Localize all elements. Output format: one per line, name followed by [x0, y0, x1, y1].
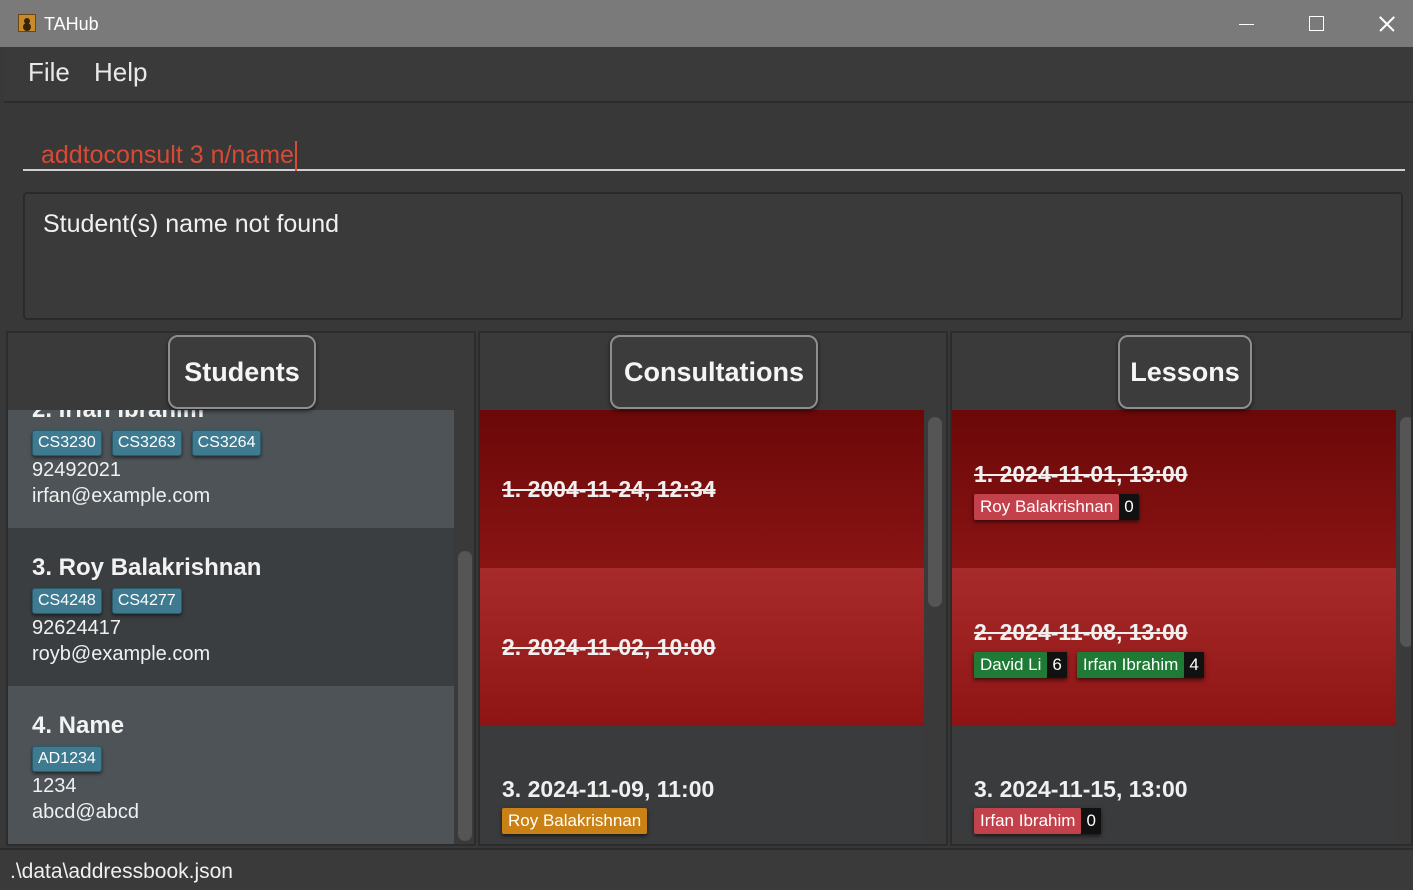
command-value: addtoconsult 3 n/name — [41, 141, 294, 169]
status-bar: .\data\addressbook.json — [0, 848, 1413, 890]
attendance-chip-name: David Li — [974, 652, 1048, 678]
minimize-button[interactable] — [1211, 0, 1281, 47]
course-tag: CS3264 — [191, 430, 262, 456]
text-caret — [294, 141, 297, 172]
lessons-header: Lessons — [1118, 335, 1252, 409]
lesson-datetime: 2. 2024-11-08, 13:00 — [974, 619, 1188, 645]
consultation-datetime: 3. 2024-11-09, 11:00 — [502, 776, 715, 802]
menu-help[interactable]: Help — [94, 57, 147, 88]
participation-count: 6 — [1047, 652, 1067, 678]
lesson-datetime: 3. 2024-11-15, 13:00 — [974, 776, 1188, 802]
student-card[interactable]: 4. Name AD1234 1234 abcd@abcd — [8, 686, 454, 844]
window-title: TAHub — [44, 14, 99, 34]
course-tag: AD1234 — [32, 746, 102, 772]
result-area: Student(s) name not found — [4, 181, 1413, 328]
consultation-card[interactable]: 3. 2024-11-09, 11:00 Roy Balakrishnan — [480, 726, 924, 844]
students-panel: Students 2. Irfan Ibrahim CS3230 CS3263 … — [6, 331, 476, 846]
data-file-path: .\data\addressbook.json — [10, 860, 233, 883]
lesson-card[interactable]: 1. 2024-11-01, 13:00 Roy Balakrishnan 0 — [952, 410, 1396, 568]
attendance-chip-name: Irfan Ibrahim — [1076, 652, 1185, 678]
result-message: Student(s) name not found — [43, 210, 340, 238]
lesson-students: Irfan Ibrahim 0 — [974, 808, 1101, 834]
consultation-card[interactable]: 1. 2004-11-24, 12:34 — [480, 410, 924, 568]
lessons-scrollbar[interactable] — [1400, 417, 1411, 647]
student-card[interactable]: 2. Irfan Ibrahim CS3230 CS3263 CS3264 92… — [8, 410, 454, 528]
minimize-icon — [1239, 24, 1254, 25]
consultations-header: Consultations — [610, 335, 818, 409]
attendance-chip: Roy Balakrishnan 0 — [974, 494, 1139, 520]
maximize-icon — [1309, 16, 1324, 31]
lesson-students: David Li 6 Irfan Ibrahim 4 — [974, 652, 1204, 678]
app-window: TAHub File Help addtoconsult 3 n/name St… — [0, 0, 1413, 890]
attendance-chip: Irfan Ibrahim 4 — [1076, 652, 1204, 678]
student-email: royb@example.com — [32, 643, 211, 665]
student-phone: 1234 — [32, 775, 77, 797]
participation-count: 0 — [1119, 494, 1139, 520]
course-tag: CS4277 — [111, 588, 182, 614]
student-name: 3. Roy Balakrishnan — [32, 554, 262, 581]
student-name: 4. Name — [32, 712, 125, 739]
consultation-datetime: 2. 2024-11-02, 10:00 — [502, 634, 716, 660]
participation-count: 4 — [1184, 652, 1204, 678]
student-chip-name: Roy Balakrishnan — [502, 808, 648, 834]
consultations-panel: Consultations 1. 2004-11-24, 12:34 2. 20… — [478, 331, 948, 846]
student-email: abcd@abcd — [32, 801, 140, 823]
command-text: addtoconsult 3 n/name — [41, 141, 297, 172]
course-tag: CS3230 — [32, 430, 102, 456]
maximize-button[interactable] — [1281, 0, 1351, 47]
student-phone: 92492021 — [32, 459, 121, 481]
students-scrollbar[interactable] — [458, 551, 472, 841]
menu-bar: File Help — [4, 47, 1413, 101]
app-contact-icon — [18, 14, 36, 32]
consultation-students: Roy Balakrishnan — [502, 808, 648, 834]
participation-count: 0 — [1081, 808, 1101, 834]
course-tag: CS4248 — [32, 588, 102, 614]
attendance-chip: Irfan Ibrahim 0 — [974, 808, 1101, 834]
result-display[interactable]: Student(s) name not found — [23, 192, 1403, 320]
close-button[interactable] — [1351, 0, 1413, 47]
consultation-list[interactable]: 1. 2004-11-24, 12:34 2. 2024-11-02, 10:0… — [480, 410, 924, 844]
lesson-card[interactable]: 2. 2024-11-08, 13:00 David Li 6 Irfan Ib… — [952, 568, 1396, 726]
students-header: Students — [168, 335, 316, 409]
student-card[interactable]: 3. Roy Balakrishnan CS4248 CS4277 926244… — [8, 528, 454, 686]
student-chip: Roy Balakrishnan — [502, 808, 648, 834]
attendance-chip: David Li 6 — [974, 652, 1067, 678]
consultation-card[interactable]: 2. 2024-11-02, 10:00 — [480, 568, 924, 726]
lesson-list[interactable]: 1. 2024-11-01, 13:00 Roy Balakrishnan 0 … — [952, 410, 1396, 844]
attendance-chip-name: Roy Balakrishnan — [974, 494, 1120, 520]
lesson-students: Roy Balakrishnan 0 — [974, 494, 1139, 520]
attendance-chip-name: Irfan Ibrahim — [974, 808, 1082, 834]
course-tags: CS3230 CS3263 CS3264 — [32, 430, 262, 456]
student-name: 2. Irfan Ibrahim — [32, 410, 204, 424]
consultation-datetime: 1. 2004-11-24, 12:34 — [502, 476, 716, 502]
student-phone: 92624417 — [32, 617, 121, 639]
command-input[interactable]: addtoconsult 3 n/name — [23, 119, 1405, 172]
student-email: irfan@example.com — [32, 485, 211, 507]
course-tag: CS3263 — [111, 430, 182, 456]
lesson-datetime: 1. 2024-11-01, 13:00 — [974, 461, 1188, 487]
student-list[interactable]: 2. Irfan Ibrahim CS3230 CS3263 CS3264 92… — [8, 410, 454, 844]
title-bar: TAHub — [0, 0, 1413, 47]
lessons-panel: Lessons 1. 2024-11-01, 13:00 Roy Balakri… — [950, 331, 1413, 846]
command-area: addtoconsult 3 n/name — [4, 101, 1413, 179]
course-tags: AD1234 — [32, 746, 102, 772]
consultations-scrollbar[interactable] — [928, 417, 942, 607]
course-tags: CS4248 CS4277 — [32, 588, 182, 614]
menu-file[interactable]: File — [28, 57, 70, 88]
lesson-card[interactable]: 3. 2024-11-15, 13:00 Irfan Ibrahim 0 — [952, 726, 1396, 844]
